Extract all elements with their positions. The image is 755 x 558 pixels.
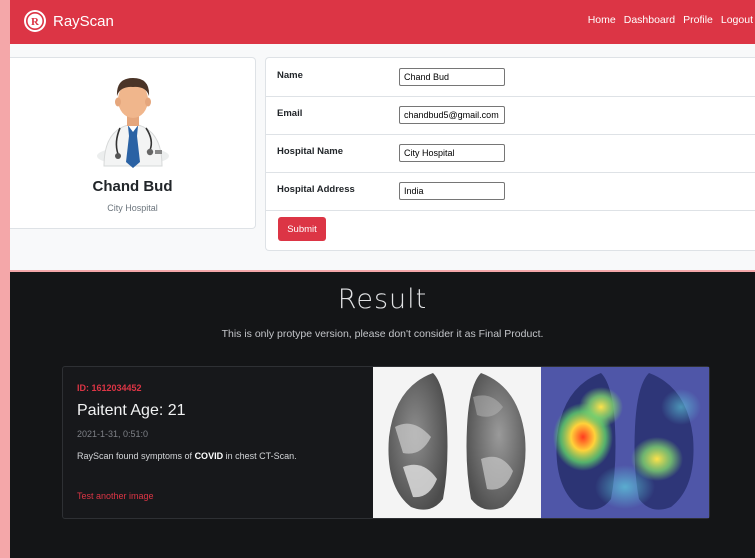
- nav-link-profile[interactable]: Profile: [683, 14, 713, 26]
- brand-name: RayScan: [53, 12, 114, 30]
- profile-hospital: City Hospital: [107, 203, 158, 213]
- doctor-avatar-icon: [90, 70, 176, 174]
- finding-diagnosis: COVID: [194, 451, 224, 461]
- hospital-name-label: Hospital Name: [277, 146, 343, 157]
- profile-form: Name Email Hospital Name Hospital Addres…: [265, 57, 755, 251]
- profile-card: Chand Bud City Hospital: [10, 57, 256, 229]
- finding-suffix: in chest CT-Scan.: [223, 451, 297, 461]
- ct-scan-image: [373, 367, 541, 518]
- email-input[interactable]: [399, 106, 505, 124]
- heatmap-image: [541, 367, 709, 518]
- result-title: Result: [337, 284, 428, 315]
- form-row-name: Name: [266, 58, 755, 97]
- hospital-name-input[interactable]: [399, 144, 505, 162]
- patient-id: ID: 1612034452: [77, 383, 142, 393]
- nav-link-home[interactable]: Home: [588, 14, 616, 26]
- rayscan-logo-icon: R: [24, 10, 46, 32]
- result-card: ID: 1612034452 Paitent Age: 21 2021-1-31…: [62, 366, 710, 519]
- name-input[interactable]: [399, 68, 505, 86]
- nav-link-dashboard[interactable]: Dashboard: [624, 14, 675, 26]
- svg-text:R: R: [31, 16, 40, 28]
- form-row-hospital-name: Hospital Name: [266, 134, 755, 173]
- scan-date: 2021-1-31, 0:51:0: [77, 429, 149, 439]
- form-row-hospital-address: Hospital Address: [266, 172, 755, 211]
- email-label: Email: [277, 108, 303, 119]
- nav-link-logout[interactable]: Logout: [721, 14, 753, 26]
- result-page: Result This is only protype version, ple…: [10, 272, 755, 558]
- navbar: R RayScan Home Dashboard Profile Logout: [10, 0, 755, 44]
- name-label: Name: [277, 70, 303, 81]
- patient-age: Paitent Age: 21: [77, 402, 186, 419]
- nav-links: Home Dashboard Profile Logout: [588, 14, 755, 26]
- hospital-address-label: Hospital Address: [277, 184, 355, 195]
- test-another-image-link[interactable]: Test another image: [77, 491, 154, 501]
- profile-name: Chand Bud: [92, 178, 173, 195]
- profile-page: R RayScan Home Dashboard Profile Logout: [10, 0, 755, 270]
- brand[interactable]: R RayScan: [24, 10, 114, 32]
- scan-finding: RayScan found symptoms of COVID in chest…: [77, 451, 297, 461]
- finding-prefix: RayScan found symptoms of: [77, 451, 195, 461]
- submit-button[interactable]: Submit: [278, 217, 326, 241]
- form-row-email: Email: [266, 96, 755, 135]
- hospital-address-input[interactable]: [399, 182, 505, 200]
- result-subtitle: This is only protype version, please don…: [221, 328, 544, 340]
